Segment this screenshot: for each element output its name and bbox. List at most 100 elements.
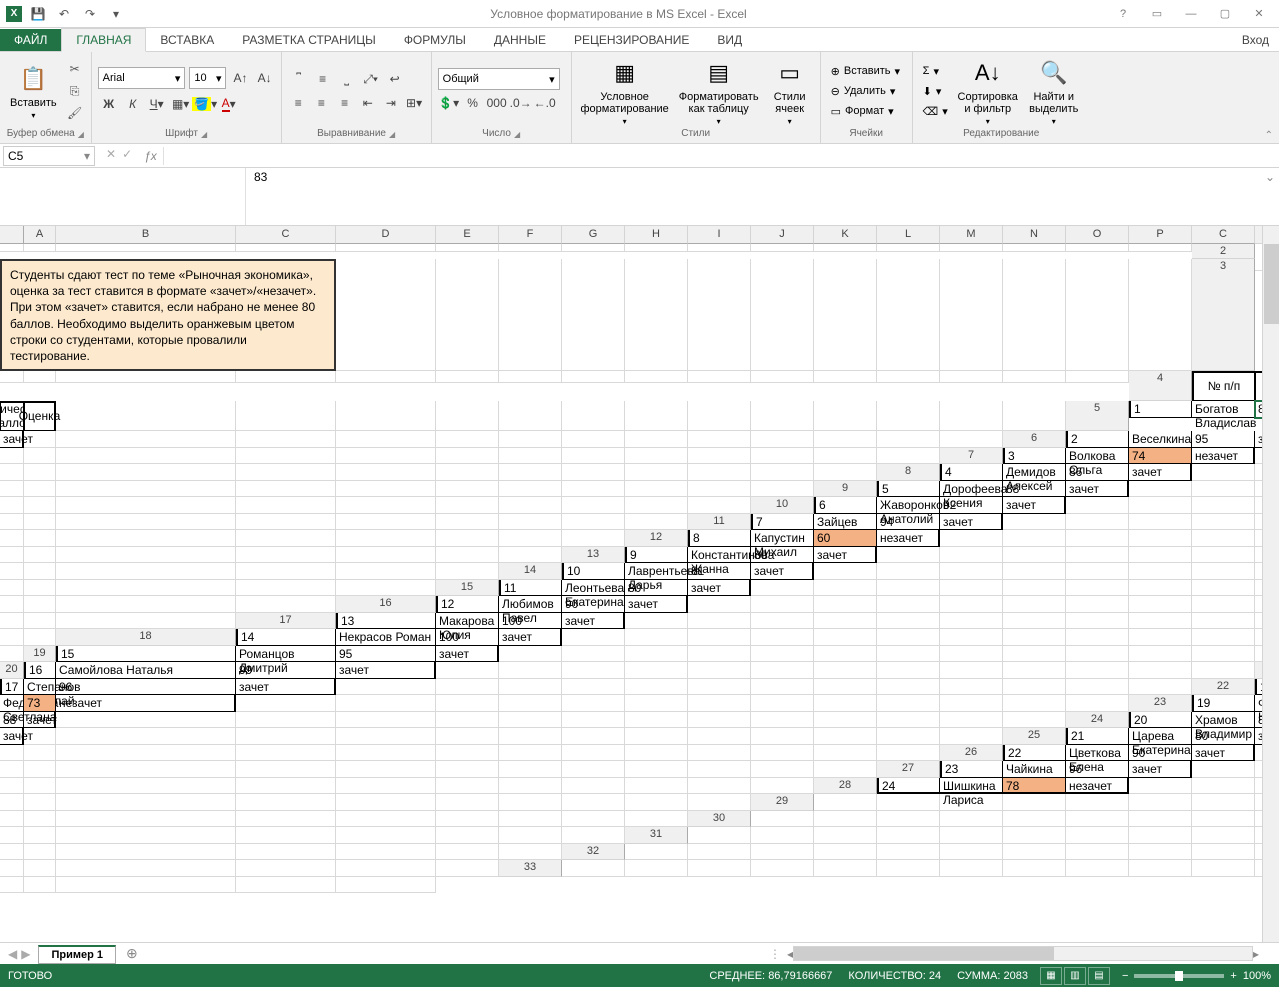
- cell[interactable]: [751, 629, 814, 646]
- cell[interactable]: [24, 244, 56, 252]
- row-header[interactable]: 18: [56, 629, 236, 646]
- cell-score[interactable]: 95: [1192, 431, 1255, 448]
- percent-button[interactable]: %: [462, 92, 484, 114]
- cell[interactable]: [562, 481, 625, 498]
- name-box[interactable]: C5▾: [3, 146, 95, 166]
- cell[interactable]: [56, 464, 236, 481]
- tab-формулы[interactable]: ФОРМУЛЫ: [390, 29, 480, 51]
- cell[interactable]: [436, 662, 499, 679]
- column-header[interactable]: D: [336, 226, 436, 244]
- cell-name[interactable]: Лаврентьева Дарья: [625, 563, 688, 580]
- cell-grade[interactable]: незачет: [877, 530, 940, 547]
- cell-num[interactable]: 7: [751, 514, 814, 531]
- zoom-level[interactable]: 100%: [1243, 970, 1271, 982]
- cell[interactable]: [499, 401, 562, 431]
- cell[interactable]: [24, 761, 56, 778]
- cell[interactable]: [1192, 761, 1255, 778]
- cell[interactable]: [24, 481, 56, 498]
- cell[interactable]: [625, 778, 688, 795]
- cell[interactable]: [814, 580, 877, 597]
- cell[interactable]: [814, 563, 877, 580]
- column-header[interactable]: K: [814, 226, 877, 244]
- cell[interactable]: [236, 695, 336, 712]
- cell[interactable]: [499, 778, 562, 795]
- cell[interactable]: [1192, 514, 1255, 531]
- cell[interactable]: [0, 563, 24, 580]
- cell[interactable]: [940, 662, 1003, 679]
- cell-num[interactable]: 3: [1003, 448, 1066, 465]
- align-bottom-button[interactable]: ⎵: [336, 68, 358, 90]
- cell[interactable]: [625, 745, 688, 762]
- cell[interactable]: [877, 547, 940, 564]
- cell-name[interactable]: Богатов Владислав: [1192, 401, 1255, 418]
- cell[interactable]: [940, 827, 1003, 844]
- cell-score[interactable]: 94: [877, 514, 940, 531]
- cell[interactable]: [24, 596, 56, 613]
- scrollbar-thumb[interactable]: [794, 947, 1054, 960]
- cell[interactable]: [56, 431, 236, 448]
- hscroll-right-icon[interactable]: ▸: [1253, 947, 1259, 961]
- delete-cells-button[interactable]: ⊖Удалить ▾: [827, 81, 906, 101]
- cell[interactable]: [1129, 497, 1192, 514]
- cell[interactable]: [436, 844, 499, 861]
- column-header[interactable]: H: [625, 226, 688, 244]
- cell[interactable]: [56, 371, 236, 383]
- cell[interactable]: [0, 613, 24, 630]
- cell[interactable]: [1192, 481, 1255, 498]
- cell[interactable]: [56, 811, 236, 828]
- cell-name[interactable]: Федорова Светлана: [0, 695, 24, 712]
- cell[interactable]: [877, 712, 940, 729]
- row-header[interactable]: 13: [562, 547, 625, 564]
- cell[interactable]: [0, 827, 24, 844]
- cell[interactable]: [625, 464, 688, 481]
- cell[interactable]: [940, 401, 1003, 431]
- cell[interactable]: [56, 580, 236, 597]
- cell[interactable]: [751, 596, 814, 613]
- cell[interactable]: [436, 695, 499, 712]
- cell-grade[interactable]: зачет: [236, 679, 336, 696]
- cell[interactable]: [56, 547, 236, 564]
- cell[interactable]: [1192, 794, 1255, 811]
- row-header[interactable]: 9: [814, 481, 877, 498]
- cell[interactable]: [751, 371, 814, 383]
- row-header[interactable]: 17: [236, 613, 336, 630]
- row-header[interactable]: 8: [877, 464, 940, 481]
- cell-num[interactable]: 21: [1066, 728, 1129, 745]
- align-center-button[interactable]: ≡: [311, 92, 332, 114]
- cell[interactable]: [751, 761, 814, 778]
- cell[interactable]: [1003, 860, 1066, 877]
- cell[interactable]: [236, 860, 336, 877]
- cell[interactable]: [625, 431, 688, 448]
- add-sheet-button[interactable]: ⊕: [116, 945, 148, 962]
- cell[interactable]: [1192, 547, 1255, 564]
- tab-рецензирование[interactable]: РЕЦЕНЗИРОВАНИЕ: [560, 29, 703, 51]
- cell[interactable]: [751, 827, 814, 844]
- cell[interactable]: [56, 778, 236, 795]
- cell[interactable]: [1003, 679, 1066, 696]
- expand-formula-bar-button[interactable]: ⌄: [1261, 168, 1279, 225]
- cell[interactable]: [0, 464, 24, 481]
- cell[interactable]: [1129, 481, 1192, 498]
- cell[interactable]: [1003, 244, 1066, 252]
- cell[interactable]: [1003, 514, 1066, 531]
- cell[interactable]: [562, 514, 625, 531]
- cell-score[interactable]: 81: [688, 563, 751, 580]
- cell-num[interactable]: 6: [814, 497, 877, 514]
- cell[interactable]: [436, 563, 499, 580]
- redo-button[interactable]: ↷: [80, 4, 100, 24]
- clear-button[interactable]: ⌫▾: [919, 101, 952, 121]
- cell-grade[interactable]: незачет: [1192, 448, 1255, 465]
- cell[interactable]: [499, 481, 562, 498]
- cell[interactable]: [1129, 629, 1192, 646]
- cell[interactable]: [236, 244, 336, 252]
- dialog-launcher-icon[interactable]: ◢: [201, 130, 207, 139]
- cell[interactable]: [1129, 811, 1192, 828]
- cell[interactable]: [436, 547, 499, 564]
- insert-cells-button[interactable]: ⊕Вставить ▾: [827, 61, 906, 81]
- cell[interactable]: [236, 745, 336, 762]
- align-middle-button[interactable]: ≡: [312, 68, 334, 90]
- cell[interactable]: [336, 371, 436, 383]
- cell[interactable]: [1066, 563, 1129, 580]
- row-header[interactable]: 4: [1129, 371, 1192, 401]
- cell[interactable]: [751, 580, 814, 597]
